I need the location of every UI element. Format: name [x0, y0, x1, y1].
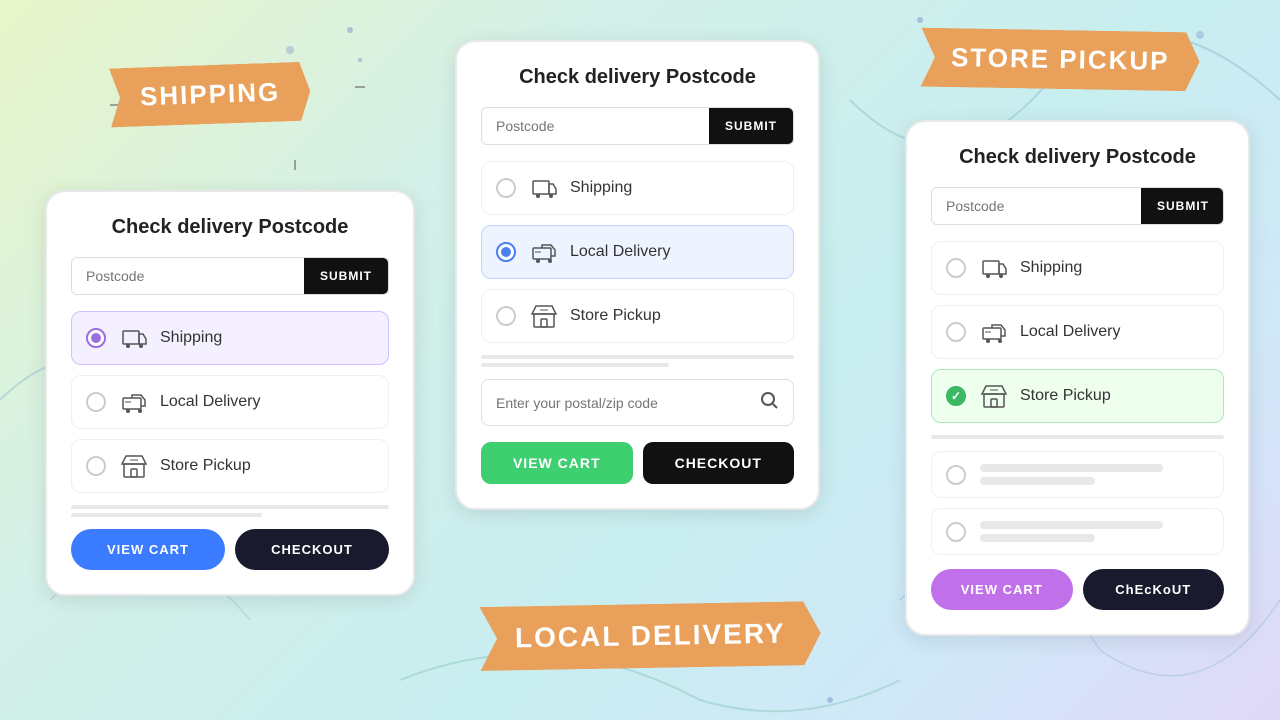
- local-delivery-label: LOCAL DELIVERY: [479, 601, 821, 671]
- right-placeholder-row-2: [931, 508, 1224, 555]
- left-option-local[interactable]: Local Delivery: [71, 375, 389, 429]
- right-shipping-icon: [980, 254, 1008, 282]
- left-option-store[interactable]: Store Pickup: [71, 439, 389, 493]
- left-radio-local: [86, 392, 106, 412]
- left-action-buttons: VIEW CART CHECKOUT: [71, 529, 389, 570]
- center-option-store[interactable]: Store Pickup: [481, 289, 794, 343]
- left-postcode-row: SUBMIT: [71, 257, 389, 295]
- right-postcode-row: SUBMIT: [931, 187, 1224, 225]
- left-scroll-area: [71, 505, 389, 517]
- center-postcode-input[interactable]: [482, 108, 709, 144]
- right-radio-local: [946, 322, 966, 342]
- shipping-label: SHIPPING: [109, 62, 311, 128]
- right-local-label: Local Delivery: [1020, 323, 1120, 341]
- card-center: Check delivery Postcode SUBMIT Shipping: [455, 40, 820, 510]
- center-option-local[interactable]: Local Delivery: [481, 225, 794, 279]
- right-action-buttons: VIEW CART ChEcKoUT: [931, 569, 1224, 610]
- center-store-label: Store Pickup: [570, 307, 661, 325]
- right-view-cart-button[interactable]: VIEW CART: [931, 569, 1073, 610]
- right-option-store[interactable]: Store Pickup: [931, 369, 1224, 423]
- center-view-cart-button[interactable]: VIEW CART: [481, 442, 633, 484]
- card-center-title: Check delivery Postcode: [481, 66, 794, 89]
- left-local-label: Local Delivery: [160, 393, 260, 411]
- search-icon[interactable]: [759, 390, 779, 415]
- local-delivery-icon: [120, 388, 148, 416]
- right-checkout-button[interactable]: ChEcKoUT: [1083, 569, 1225, 610]
- store-pickup-icon: [120, 452, 148, 480]
- right-submit-button[interactable]: SUBMIT: [1141, 188, 1224, 224]
- left-postcode-input[interactable]: [72, 258, 304, 294]
- right-store-pickup-icon: [980, 382, 1008, 410]
- center-store-pickup-icon: [530, 302, 558, 330]
- store-pickup-label: STORE PICKUP: [921, 28, 1201, 92]
- right-local-delivery-icon: [980, 318, 1008, 346]
- left-option-shipping[interactable]: Shipping: [71, 311, 389, 365]
- center-shipping-icon: [530, 174, 558, 202]
- center-postcode-row: SUBMIT: [481, 107, 794, 145]
- center-search-input[interactable]: [496, 395, 759, 411]
- left-shipping-label: Shipping: [160, 329, 222, 347]
- right-postcode-input[interactable]: [932, 188, 1141, 224]
- center-scroll-area: [481, 355, 794, 367]
- shipping-icon: [120, 324, 148, 352]
- center-radio-store: [496, 306, 516, 326]
- center-checkout-button[interactable]: CHECKOUT: [643, 442, 795, 484]
- center-local-label: Local Delivery: [570, 243, 670, 261]
- center-action-buttons: VIEW CART CHECKOUT: [481, 442, 794, 484]
- right-store-label: Store Pickup: [1020, 387, 1111, 405]
- card-right-title: Check delivery Postcode: [931, 146, 1224, 169]
- right-scroll-area: [931, 435, 1224, 439]
- left-radio-store: [86, 456, 106, 476]
- right-shipping-label: Shipping: [1020, 259, 1082, 277]
- right-option-shipping[interactable]: Shipping: [931, 241, 1224, 295]
- card-left-title: Check delivery Postcode: [71, 216, 389, 239]
- center-radio-local: [496, 242, 516, 262]
- center-local-delivery-icon: [530, 238, 558, 266]
- center-shipping-label: Shipping: [570, 179, 632, 197]
- right-radio-store: [946, 386, 966, 406]
- left-submit-button[interactable]: SUBMIT: [304, 258, 388, 294]
- center-search-row: [481, 379, 794, 426]
- left-view-cart-button[interactable]: VIEW CART: [71, 529, 225, 570]
- left-checkout-button[interactable]: CHECKOUT: [235, 529, 389, 570]
- center-submit-button[interactable]: SUBMIT: [709, 108, 793, 144]
- left-radio-shipping: [86, 328, 106, 348]
- card-left: Check delivery Postcode SUBMIT Shipping: [45, 190, 415, 596]
- right-option-local[interactable]: Local Delivery: [931, 305, 1224, 359]
- center-option-shipping[interactable]: Shipping: [481, 161, 794, 215]
- left-store-label: Store Pickup: [160, 457, 251, 475]
- card-right: Check delivery Postcode SUBMIT Shipping: [905, 120, 1250, 636]
- right-placeholder-row-1: [931, 451, 1224, 498]
- center-radio-shipping: [496, 178, 516, 198]
- right-radio-shipping: [946, 258, 966, 278]
